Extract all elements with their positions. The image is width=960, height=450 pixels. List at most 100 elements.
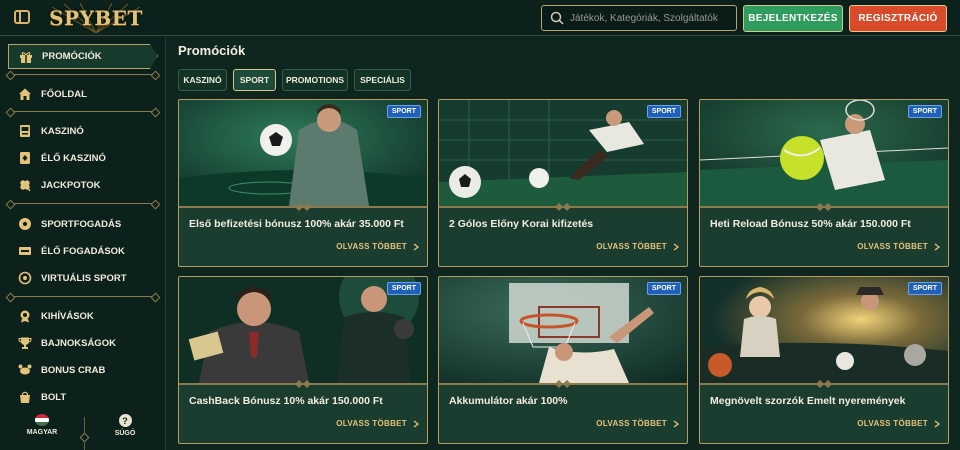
top-header: SPYBET BEJELENTKEZÉS REGISZTRÁCIÓ xyxy=(0,0,960,36)
crab-icon xyxy=(18,364,32,375)
sidebar-item-casino[interactable]: KASZINÓ xyxy=(18,122,84,140)
spybet-logo[interactable]: SPYBET xyxy=(44,3,148,33)
login-button[interactable]: BEJELENTKEZÉS xyxy=(743,5,843,32)
promo-title: Heti Reload Bónusz 50% akár 150.000 Ft xyxy=(710,218,911,230)
tab-casino[interactable]: KASZINÓ xyxy=(178,69,227,91)
search-box[interactable] xyxy=(541,5,737,31)
sidebar-item-label: SPORTFOGADÁS xyxy=(41,218,122,230)
read-more-link[interactable]: OLVASS TÖBBET xyxy=(857,242,940,251)
sport-badge: SPORT xyxy=(646,282,681,295)
chevron-right-icon xyxy=(934,419,940,428)
sidebar-item-label: KASZINÓ xyxy=(41,125,84,137)
sidebar-item-label: KIHÍVÁSOK xyxy=(41,310,94,322)
card-divider xyxy=(439,203,687,211)
page-title: Promóciók xyxy=(178,43,246,58)
home-icon xyxy=(19,88,31,100)
sidebar-toggle-icon[interactable] xyxy=(14,10,30,24)
card-divider xyxy=(439,380,687,388)
sport-badge: SPORT xyxy=(386,105,421,118)
search-icon xyxy=(550,11,564,25)
read-more-label: OLVASS TÖBBET xyxy=(596,419,667,428)
help-icon: ? xyxy=(118,414,132,427)
sidebar-item-sportsbetting[interactable]: SPORTFOGADÁS xyxy=(18,215,121,233)
slot-machine-icon xyxy=(20,125,30,137)
chevron-right-icon xyxy=(413,242,419,251)
help-label: SÚGÓ xyxy=(114,430,136,437)
card-divider xyxy=(700,380,948,388)
sidebar-item-live-betting[interactable]: ÉLŐ FOGADÁSOK xyxy=(18,242,125,260)
sidebar-item-home[interactable]: FŐOLDAL xyxy=(18,85,87,103)
sidebar-divider xyxy=(10,74,156,75)
sidebar-item-live-casino[interactable]: ÉLŐ KASZINÓ xyxy=(18,149,106,167)
hungary-flag-icon xyxy=(35,414,49,426)
read-more-link[interactable]: OLVASS TÖBBET xyxy=(857,419,940,428)
sidebar-item-label: VIRTUÁLIS SPORT xyxy=(41,272,127,284)
live-cards-icon xyxy=(20,152,30,164)
promo-card[interactable]: SPORT 2 Gólos Előny Korai kifizetés OLVA… xyxy=(438,99,688,267)
sidebar-item-jackpots[interactable]: JACKPOTOK xyxy=(18,176,100,194)
sidebar-item-tournaments[interactable]: BAJNOKSÁGOK xyxy=(18,334,116,352)
virtual-sport-icon xyxy=(18,271,32,285)
clover-icon xyxy=(20,180,31,192)
help-button[interactable]: ? SÚGÓ xyxy=(110,414,140,437)
read-more-label: OLVASS TÖBBET xyxy=(336,242,407,251)
sidebar-item-virtual-sport[interactable]: VIRTUÁLIS SPORT xyxy=(18,269,127,287)
tab-promotions[interactable]: PROMOTIONS xyxy=(282,69,348,91)
promo-card[interactable]: SPORT CashBack Bónusz 10% akár 150.000 F… xyxy=(178,276,428,444)
sidebar-item-challenges[interactable]: KIHÍVÁSOK xyxy=(18,307,94,325)
promo-title: Első befizetési bónusz 100% akár 35.000 … xyxy=(189,218,404,230)
medal-icon xyxy=(20,310,30,323)
read-more-label: OLVASS TÖBBET xyxy=(336,419,407,428)
sidebar-divider xyxy=(10,203,156,204)
chevron-right-icon xyxy=(673,242,679,251)
live-tv-icon xyxy=(19,247,31,255)
read-more-link[interactable]: OLVASS TÖBBET xyxy=(596,242,679,251)
card-divider xyxy=(179,380,427,388)
read-more-label: OLVASS TÖBBET xyxy=(857,419,928,428)
sidebar-item-label: ÉLŐ FOGADÁSOK xyxy=(41,245,125,257)
sidebar-item-bonus-crab[interactable]: BONUS CRAB xyxy=(18,361,105,379)
sidebar-item-label: BOLT xyxy=(41,391,67,403)
sidebar-item-promotions[interactable]: PROMÓCIÓK xyxy=(8,44,158,69)
promo-card[interactable]: SPORT Akkumulátor akár 100% OLVASS TÖBBE… xyxy=(438,276,688,444)
sidebar-item-label: FŐOLDAL xyxy=(41,88,87,100)
language-selector[interactable]: MAGYAR xyxy=(24,414,60,436)
promo-card[interactable]: SPORT Megnövelt szorzók Emelt nyereménye… xyxy=(699,276,949,444)
register-button[interactable]: REGISZTRÁCIÓ xyxy=(849,5,947,32)
read-more-link[interactable]: OLVASS TÖBBET xyxy=(336,419,419,428)
sport-badge: SPORT xyxy=(386,282,421,295)
promo-card[interactable]: SPORT Első befizetési bónusz 100% akár 3… xyxy=(178,99,428,267)
sport-badge: SPORT xyxy=(907,105,942,118)
read-more-link[interactable]: OLVASS TÖBBET xyxy=(596,419,679,428)
soccer-ball-icon xyxy=(19,218,31,230)
sport-badge: SPORT xyxy=(646,105,681,118)
search-input[interactable] xyxy=(570,12,730,24)
read-more-link[interactable]: OLVASS TÖBBET xyxy=(336,242,419,251)
chevron-right-icon xyxy=(413,419,419,428)
promo-title: Akkumulátor akár 100% xyxy=(449,395,568,407)
tab-special[interactable]: SPECIÁLIS xyxy=(354,69,411,91)
chevron-right-icon xyxy=(934,242,940,251)
sidebar-item-label: BAJNOKSÁGOK xyxy=(41,337,116,349)
card-divider xyxy=(179,203,427,211)
promo-title: CashBack Bónusz 10% akár 150.000 Ft xyxy=(189,395,383,407)
trophy-icon xyxy=(18,337,32,349)
sidebar-item-label: JACKPOTOK xyxy=(41,179,101,191)
sidebar-item-shop[interactable]: BOLT xyxy=(18,388,66,406)
gift-icon xyxy=(20,51,32,63)
card-divider xyxy=(700,203,948,211)
language-label: MAGYAR xyxy=(26,429,58,436)
promo-title: Megnövelt szorzók Emelt nyeremények xyxy=(710,395,906,407)
sidebar-divider xyxy=(10,296,156,297)
logo-text: SPYBET xyxy=(49,6,143,30)
sidebar-item-label: BONUS CRAB xyxy=(41,364,106,376)
shop-bag-icon xyxy=(20,391,30,403)
sidebar-item-label: ÉLŐ KASZINÓ xyxy=(41,152,106,164)
promo-card[interactable]: SPORT Heti Reload Bónusz 50% akár 150.00… xyxy=(699,99,949,267)
read-more-label: OLVASS TÖBBET xyxy=(857,242,928,251)
read-more-label: OLVASS TÖBBET xyxy=(596,242,667,251)
sidebar-divider xyxy=(10,111,156,112)
tab-sport[interactable]: SPORT xyxy=(233,69,276,91)
sidebar-item-label: PROMÓCIÓK xyxy=(42,51,102,62)
chevron-right-icon xyxy=(673,419,679,428)
